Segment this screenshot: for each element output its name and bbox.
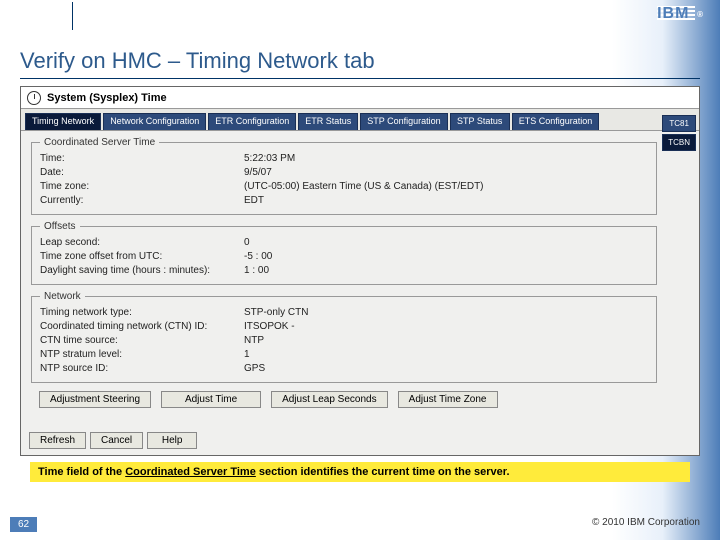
- clock-icon: [27, 91, 41, 105]
- action-button-row: Adjustment Steering Adjust Time Adjust L…: [31, 389, 657, 410]
- tab-ets-configuration[interactable]: ETS Configuration: [512, 113, 600, 130]
- row-ntp-stratum: NTP stratum level:1: [40, 348, 648, 362]
- row-net-type: Timing network type:STP-only CTN: [40, 306, 648, 320]
- btn-adjustment-steering[interactable]: Adjustment Steering: [39, 391, 151, 408]
- legend-network: Network: [40, 291, 85, 302]
- tab-network-configuration[interactable]: Network Configuration: [103, 113, 206, 130]
- tab-content: Coordinated Server Time Time:5:22:03 PM …: [21, 131, 699, 431]
- side-tab-tc81[interactable]: TC81: [662, 115, 696, 132]
- btn-help[interactable]: Help: [147, 432, 197, 449]
- row-timezone: Time zone:(UTC-05:00) Eastern Time (US &…: [40, 180, 648, 194]
- title-underline: [20, 78, 700, 79]
- btn-cancel[interactable]: Cancel: [90, 432, 143, 449]
- legend-cst: Coordinated Server Time: [40, 137, 159, 148]
- slide-title: Verify on HMC – Timing Network tab: [20, 48, 375, 74]
- row-tz-offset: Time zone offset from UTC:-5 : 00: [40, 250, 648, 264]
- row-date: Date:9/5/07: [40, 166, 648, 180]
- bottom-button-row: Refresh Cancel Help: [29, 432, 197, 449]
- group-coordinated-server-time: Coordinated Server Time Time:5:22:03 PM …: [31, 137, 657, 215]
- caption-highlight: Time field of the Coordinated Server Tim…: [30, 462, 690, 482]
- row-currently: Currently:EDT: [40, 194, 648, 208]
- btn-adjust-leap-seconds[interactable]: Adjust Leap Seconds: [271, 391, 388, 408]
- copyright: © 2010 IBM Corporation: [592, 517, 700, 532]
- slide-footer: 62 © 2010 IBM Corporation: [0, 517, 720, 532]
- ibm-logo: ®: [657, 6, 702, 22]
- panel-header: System (Sysplex) Time: [21, 87, 699, 109]
- group-network: Network Timing network type:STP-only CTN…: [31, 291, 657, 383]
- tab-timing-network[interactable]: Timing Network: [25, 113, 101, 130]
- btn-adjust-time[interactable]: Adjust Time: [161, 391, 261, 408]
- row-ctn-source: CTN time source:NTP: [40, 334, 648, 348]
- row-dst: Daylight saving time (hours : minutes):1…: [40, 264, 648, 278]
- side-tab-tcbn[interactable]: TCBN: [662, 134, 696, 151]
- header-divider: [72, 2, 73, 30]
- tab-stp-configuration[interactable]: STP Configuration: [360, 113, 447, 130]
- row-ctn-id: Coordinated timing network (CTN) ID:ITSO…: [40, 320, 648, 334]
- page-number: 62: [10, 517, 37, 532]
- tab-strip: Timing Network Network Configuration ETR…: [21, 109, 699, 131]
- tab-stp-status[interactable]: STP Status: [450, 113, 510, 130]
- group-offsets: Offsets Leap second:0 Time zone offset f…: [31, 221, 657, 285]
- btn-adjust-time-zone[interactable]: Adjust Time Zone: [398, 391, 498, 408]
- panel-title: System (Sysplex) Time: [47, 92, 167, 104]
- tab-etr-status[interactable]: ETR Status: [298, 113, 358, 130]
- legend-offsets: Offsets: [40, 221, 80, 232]
- row-ntp-source: NTP source ID:GPS: [40, 362, 648, 376]
- tab-etr-configuration[interactable]: ETR Configuration: [208, 113, 296, 130]
- sysplex-time-panel: System (Sysplex) Time TC81 TCBN Timing N…: [20, 86, 700, 456]
- btn-refresh[interactable]: Refresh: [29, 432, 86, 449]
- row-leap-second: Leap second:0: [40, 236, 648, 250]
- row-time: Time:5:22:03 PM: [40, 152, 648, 166]
